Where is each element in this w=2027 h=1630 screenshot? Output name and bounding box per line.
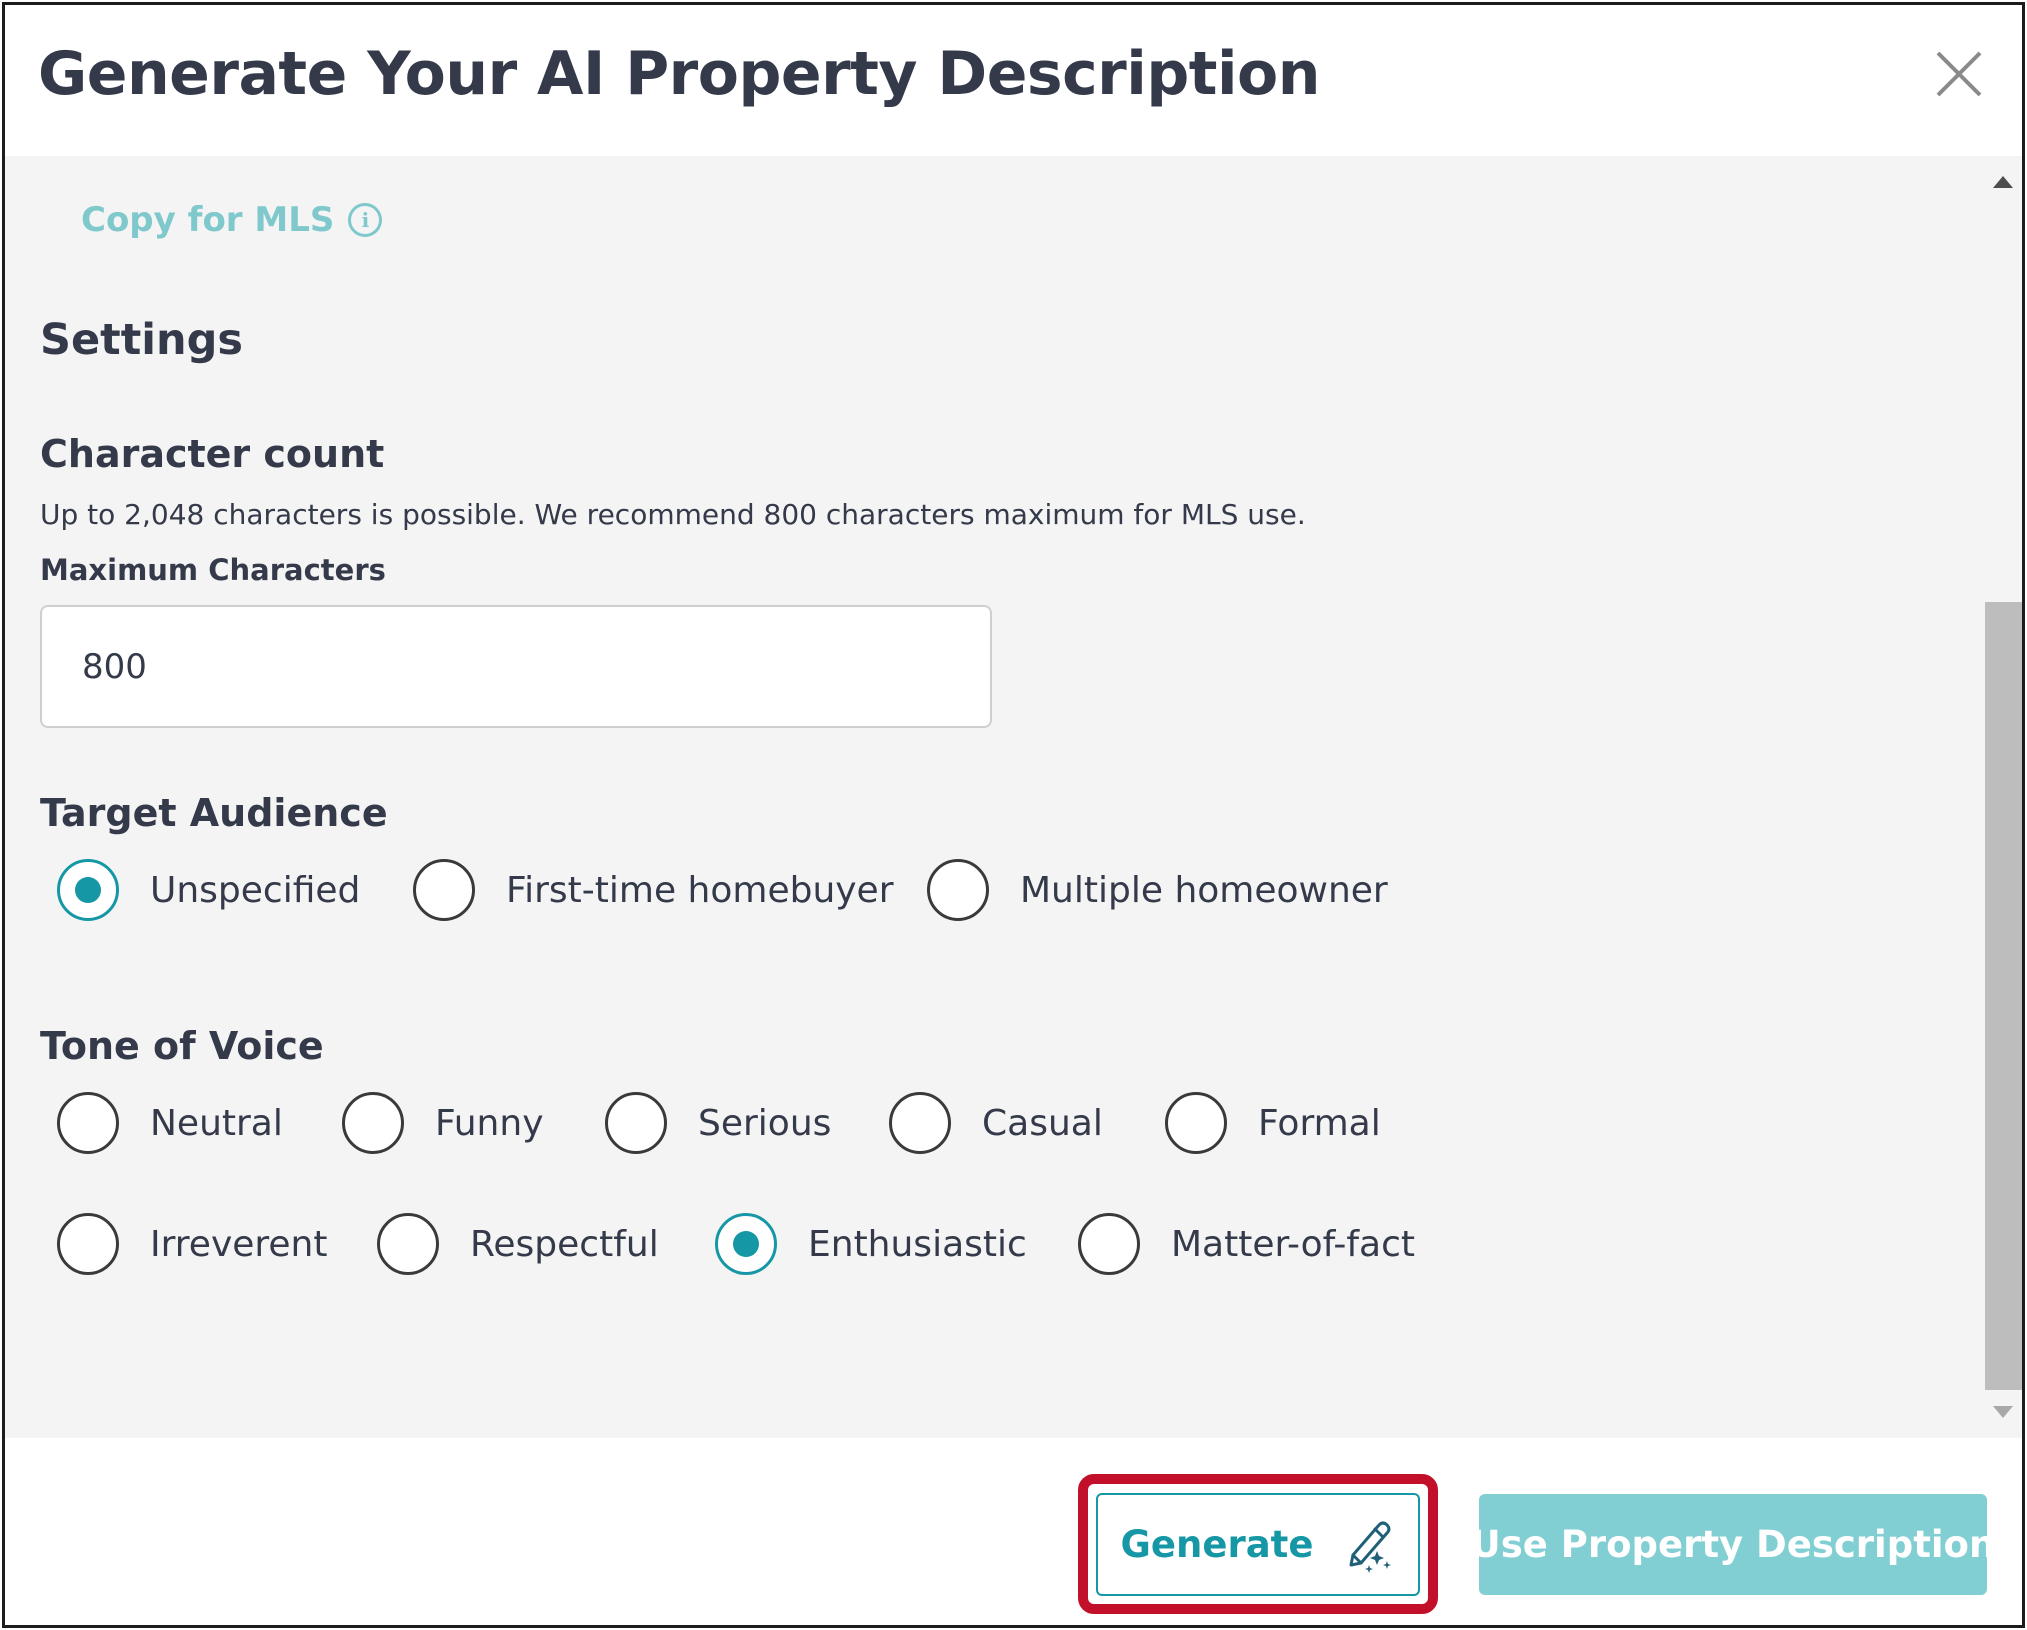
use-property-description-label: Use Property Description [1470, 1523, 1996, 1566]
radio-button[interactable] [342, 1092, 404, 1154]
radio-label: Formal [1258, 1102, 1381, 1144]
radio-button[interactable] [57, 1092, 119, 1154]
maximum-characters-input[interactable] [40, 605, 992, 728]
radio-label: Respectful [470, 1223, 659, 1265]
tone-option-neutral[interactable]: Neutral [57, 1092, 283, 1154]
radio-label: Serious [698, 1102, 832, 1144]
tone-of-voice-heading: Tone of Voice [40, 1024, 324, 1068]
scroll-down-arrow-icon[interactable] [1993, 1406, 2013, 1418]
radio-button[interactable] [927, 859, 989, 921]
radio-label: First-time homebuyer [506, 869, 894, 911]
radio-button[interactable] [889, 1092, 951, 1154]
radio-label: Multiple homeowner [1020, 869, 1388, 911]
tone-option-enthusiastic[interactable]: Enthusiastic [715, 1213, 1027, 1275]
radio-label: Funny [435, 1102, 544, 1144]
use-property-description-button[interactable]: Use Property Description [1471, 1494, 1995, 1595]
audience-option-multiple-homeowner[interactable]: Multiple homeowner [927, 859, 1388, 921]
tone-option-formal[interactable]: Formal [1165, 1092, 1381, 1154]
radio-button[interactable] [1078, 1213, 1140, 1275]
radio-label: Casual [982, 1102, 1103, 1144]
radio-button[interactable] [605, 1092, 667, 1154]
generate-description-modal: Generate Your AI Property Description Co… [2, 2, 2025, 1628]
target-audience-heading: Target Audience [40, 791, 388, 835]
radio-button-checked[interactable] [715, 1213, 777, 1275]
settings-heading: Settings [40, 315, 243, 365]
tone-option-casual[interactable]: Casual [889, 1092, 1103, 1154]
tone-option-serious[interactable]: Serious [605, 1092, 831, 1154]
copy-for-mls-link[interactable]: Copy for MLS i [81, 200, 383, 240]
character-count-heading: Character count [40, 432, 385, 476]
radio-button[interactable] [377, 1213, 439, 1275]
audience-option-unspecified[interactable]: Unspecified [57, 859, 360, 921]
info-icon[interactable]: i [348, 203, 383, 237]
copy-for-mls-label: Copy for MLS [81, 200, 335, 240]
close-icon [1936, 51, 1982, 97]
radio-label: Unspecified [150, 869, 361, 911]
generate-button[interactable]: Generate [1096, 1493, 1420, 1596]
radio-button[interactable] [57, 1213, 119, 1275]
radio-label: Irreverent [150, 1223, 328, 1265]
scroll-up-arrow-icon[interactable] [1993, 176, 2013, 188]
radio-label: Neutral [150, 1102, 283, 1144]
radio-button[interactable] [1165, 1092, 1227, 1154]
tone-option-irreverent[interactable]: Irreverent [57, 1213, 328, 1275]
tone-option-respectful[interactable]: Respectful [377, 1213, 659, 1275]
vertical-scrollbar[interactable] [1982, 156, 2022, 1438]
modal-footer: Generate Use Property Description [5, 1438, 2022, 1625]
audience-option-first-time-homebuyer[interactable]: First-time homebuyer [413, 859, 894, 921]
radio-label: Matter-of-fact [1171, 1223, 1416, 1265]
character-count-help: Up to 2,048 characters is possible. We r… [40, 498, 1306, 531]
generate-label: Generate [1120, 1523, 1314, 1566]
radio-button-checked[interactable] [57, 859, 119, 921]
scrollbar-thumb[interactable] [1985, 602, 2022, 1390]
modal-body: Copy for MLS i Settings Character count … [5, 156, 2022, 1438]
tone-option-funny[interactable]: Funny [342, 1092, 544, 1154]
tone-option-matter-of-fact[interactable]: Matter-of-fact [1078, 1213, 1415, 1275]
radio-button[interactable] [413, 859, 475, 921]
close-button[interactable] [1934, 49, 1984, 99]
modal-title: Generate Your AI Property Description [38, 39, 1320, 109]
modal-header: Generate Your AI Property Description [5, 5, 2022, 156]
maximum-characters-label: Maximum Characters [40, 553, 386, 587]
radio-label: Enthusiastic [808, 1223, 1027, 1265]
magic-pen-icon [1349, 1521, 1392, 1573]
